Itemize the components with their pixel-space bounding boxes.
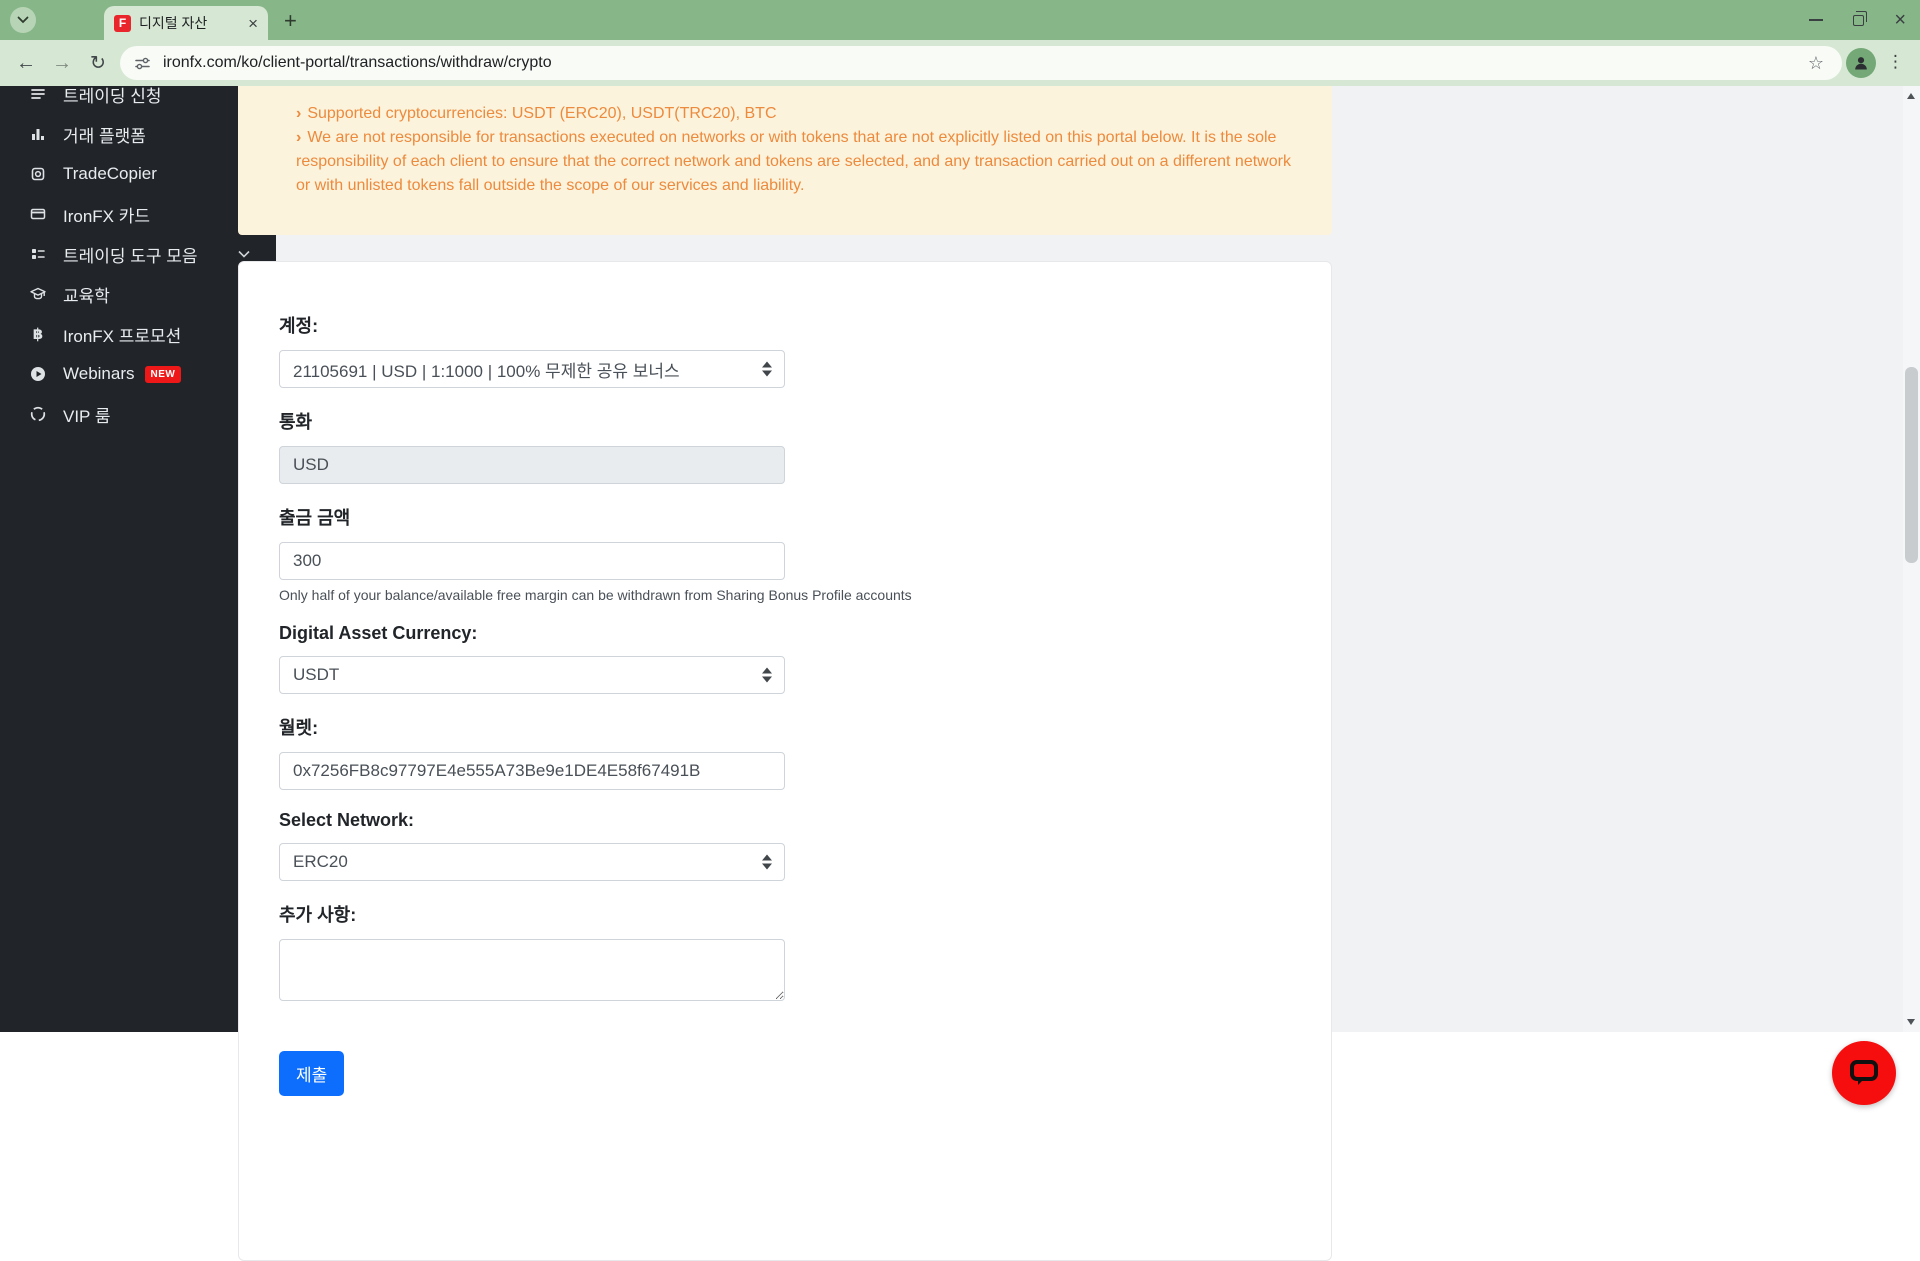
new-tab-button[interactable]: +	[284, 8, 297, 34]
tab-title: 디지털 자산	[139, 15, 208, 31]
tab-close-icon[interactable]: ×	[248, 15, 258, 32]
sidebar-item-trading-platforms[interactable]: 거래 플랫폼	[0, 114, 276, 154]
browser-toolbar: ← → ↻ ironfx.com/ko/client-portal/transa…	[0, 40, 1920, 86]
browser-tab-strip: F 디지털 자산 × + ×	[0, 0, 1920, 40]
withdrawal-form-card: 계정: 21105691 | USD | 1:1000 | 100% 무제한 공…	[238, 261, 1332, 1261]
window-minimize-button[interactable]	[1809, 19, 1824, 21]
site-info-icon[interactable]	[134, 55, 151, 72]
new-badge: NEW	[144, 365, 182, 383]
ironfx-favicon-icon: F	[114, 14, 131, 32]
person-icon	[1855, 57, 1867, 70]
bitcoin-icon: ฿	[32, 326, 44, 343]
sidebar-item-webinars[interactable]: Webinars NEW	[0, 354, 276, 394]
list-icon	[28, 86, 48, 103]
tab-search-button[interactable]	[10, 7, 36, 33]
sidebar-item-vip-room[interactable]: VIP 룸	[0, 394, 276, 434]
account-label: 계정:	[279, 316, 319, 336]
vip-ring-icon	[28, 405, 48, 423]
bar-chart-icon	[28, 125, 48, 143]
url-bar[interactable]: ironfx.com/ko/client-portal/transactions…	[120, 46, 1842, 80]
chevron-down-icon	[238, 250, 250, 258]
chevron-down-icon	[17, 16, 29, 24]
network-select[interactable]: ERC20	[279, 843, 785, 881]
reload-button[interactable]: ↻	[80, 52, 116, 75]
digital-asset-currency-select[interactable]: USDT	[279, 656, 785, 694]
crypto-withdrawal-notice: › Supported cryptocurrencies: USDT (ERC20…	[238, 86, 1332, 235]
select-network-label: Select Network:	[279, 810, 415, 830]
sidebar-item-trading-application[interactable]: 트레이딩 신청	[0, 86, 276, 114]
chat-bubble-icon	[1850, 1060, 1878, 1085]
additional-notes-field[interactable]	[279, 939, 785, 1001]
notice-line-supported: › Supported cryptocurrencies: USDT (ERC20…	[296, 105, 777, 122]
browser-tab[interactable]: F 디지털 자산 ×	[104, 6, 268, 40]
select-arrows-icon	[762, 854, 772, 870]
credit-card-icon	[28, 205, 48, 223]
live-chat-button[interactable]	[1832, 1041, 1896, 1105]
sidebar: 트레이딩 신청 거래 플랫폼 TradeCopier IronFX 카드 트레이…	[0, 86, 276, 1032]
digital-asset-currency-label: Digital Asset Currency:	[279, 623, 478, 643]
sidebar-item-tradecopier[interactable]: TradeCopier	[0, 154, 276, 194]
bullet-icon: ›	[296, 129, 302, 146]
select-arrows-icon	[762, 667, 772, 683]
sidebar-item-trading-tools[interactable]: 트레이딩 도구 모음	[0, 234, 276, 274]
notice-line-disclaimer: › We are not responsible for transactions…	[296, 129, 1291, 194]
amount-field[interactable]	[279, 542, 785, 580]
sidebar-item-ironfx-card[interactable]: IronFX 카드	[0, 194, 276, 234]
scroll-up-icon[interactable]	[1907, 93, 1915, 99]
forward-button[interactable]: →	[44, 52, 80, 75]
education-icon	[28, 285, 48, 303]
select-arrows-icon	[762, 361, 772, 377]
page-content: 트레이딩 신청 거래 플랫폼 TradeCopier IronFX 카드 트레이…	[0, 86, 1920, 1261]
bullet-icon: ›	[296, 105, 302, 122]
profile-avatar[interactable]	[1846, 48, 1876, 78]
back-button[interactable]: ←	[8, 52, 44, 75]
submit-button[interactable]: 제출	[279, 1051, 345, 1096]
tools-icon	[28, 245, 48, 263]
amount-label: 출금 금액	[279, 508, 351, 528]
currency-field	[279, 446, 785, 484]
window-restore-button[interactable]	[1853, 10, 1868, 26]
sidebar-item-education[interactable]: 교육학	[0, 274, 276, 314]
scroll-down-icon[interactable]	[1907, 1019, 1915, 1025]
wallet-address-field[interactable]	[279, 752, 785, 790]
url-text[interactable]: ironfx.com/ko/client-portal/transactions…	[163, 54, 1808, 72]
amount-helper-text: Only half of your balance/available free…	[279, 587, 912, 603]
currency-label: 통화	[279, 412, 313, 432]
account-select[interactable]: 21105691 | USD | 1:1000 | 100% 무제한 공유 보너…	[279, 350, 785, 388]
wallet-label: 월렛:	[279, 718, 319, 738]
window-close-button[interactable]: ×	[1894, 10, 1906, 30]
scrollbar-thumb[interactable]	[1905, 367, 1918, 563]
play-icon	[28, 365, 48, 383]
browser-menu-icon[interactable]: ⋮	[1887, 52, 1904, 72]
additional-notes-label: 추가 사항:	[279, 905, 357, 925]
page-scrollbar[interactable]	[1903, 86, 1920, 1032]
copy-icon	[28, 165, 48, 183]
sidebar-item-ironfx-promotions[interactable]: ฿ IronFX 프로모션	[0, 314, 276, 354]
bookmark-star-icon[interactable]: ☆	[1808, 53, 1824, 74]
